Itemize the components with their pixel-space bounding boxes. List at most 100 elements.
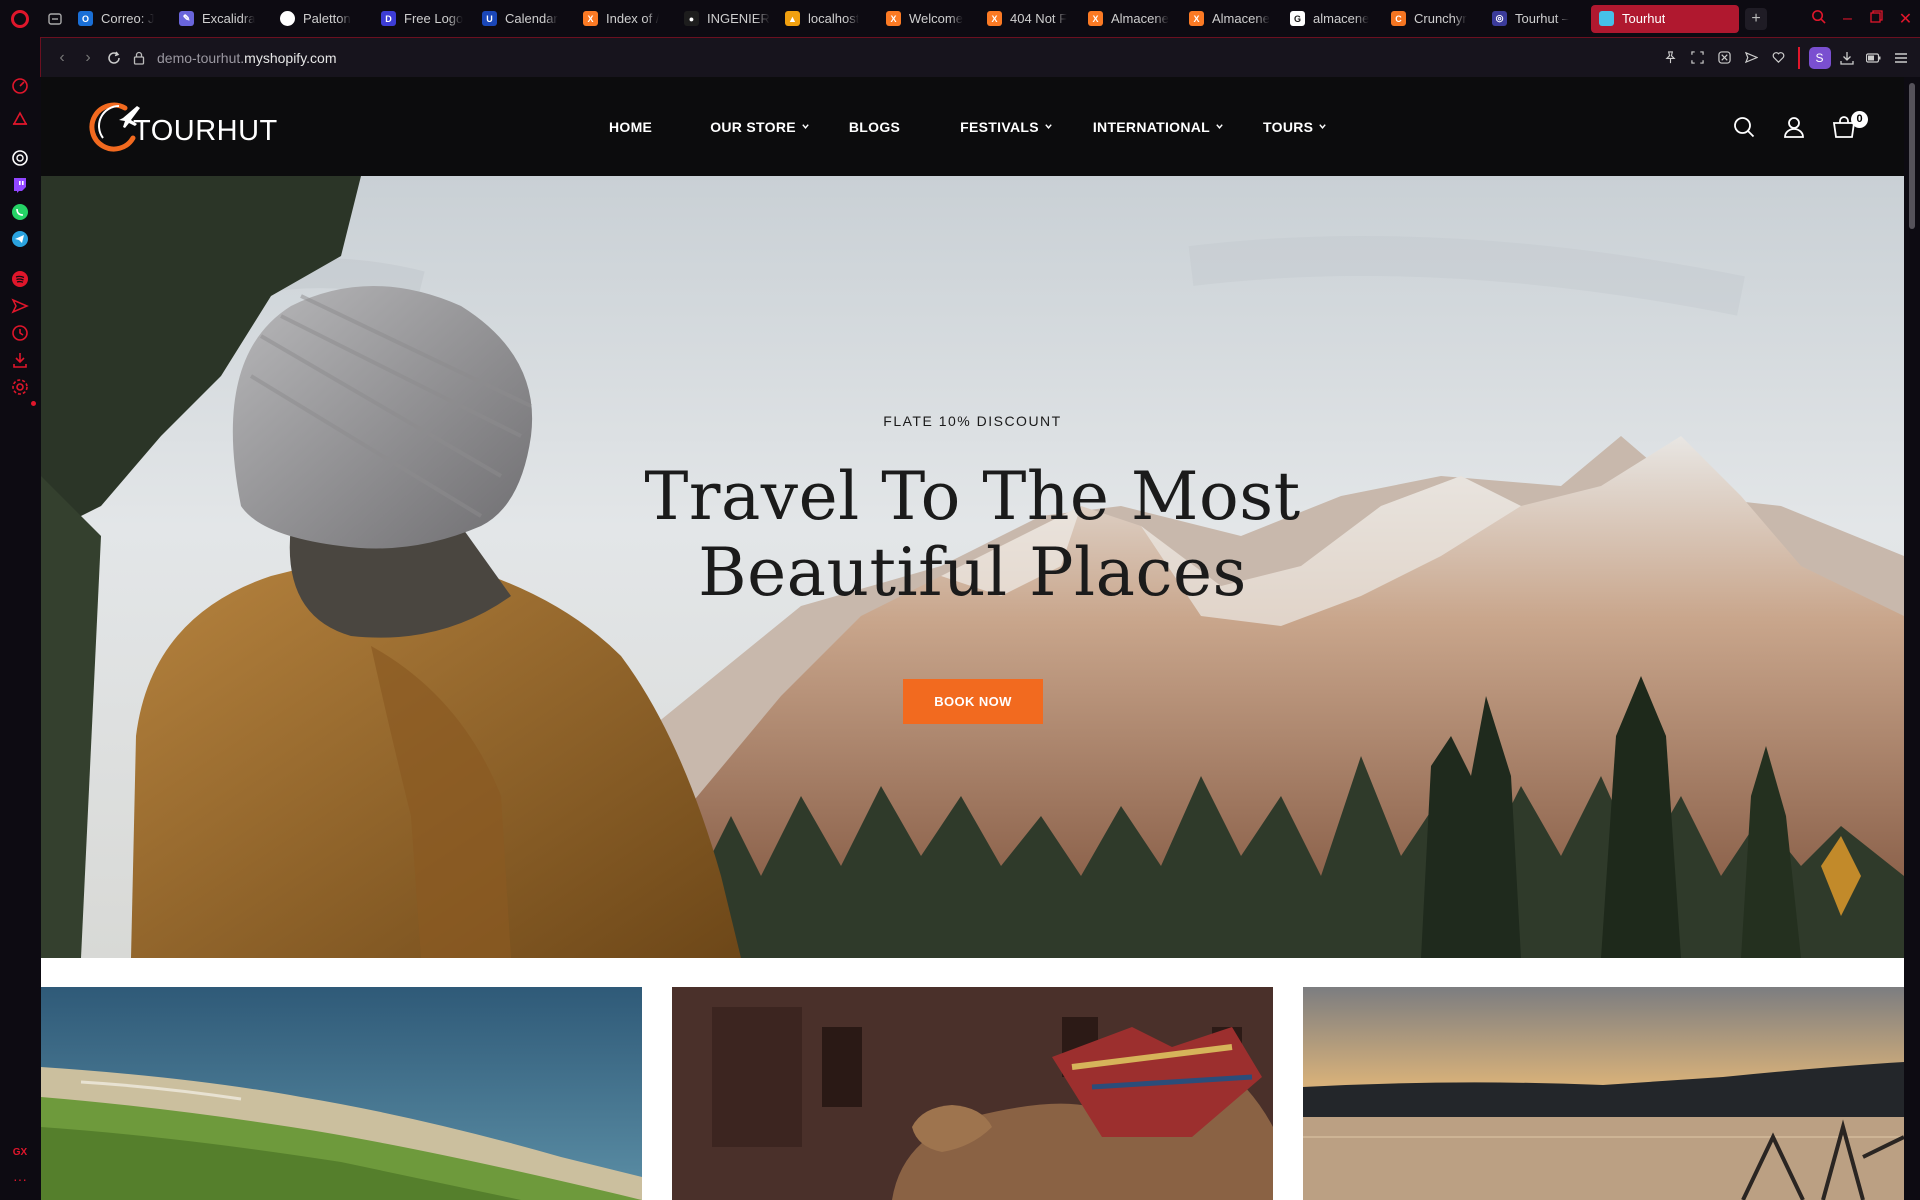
whatsapp-icon bbox=[12, 204, 28, 220]
sidebar-settings[interactable] bbox=[10, 377, 30, 397]
site-logo[interactable]: TOURHUT bbox=[89, 97, 278, 157]
book-now-button[interactable]: BOOK NOW bbox=[903, 679, 1043, 724]
site-search-button[interactable] bbox=[1732, 115, 1756, 139]
nav-festivals[interactable]: FESTIVALS bbox=[960, 119, 1053, 135]
scrollbar-thumb[interactable] bbox=[1909, 83, 1915, 229]
sidebar-whatsapp[interactable] bbox=[10, 202, 30, 222]
bookmark-heart-button[interactable] bbox=[1765, 45, 1792, 71]
new-tab-button[interactable]: + bbox=[1745, 7, 1767, 30]
sidebar-speed-dial[interactable] bbox=[10, 75, 30, 95]
flow-send-button[interactable] bbox=[1738, 45, 1765, 71]
maximize-button[interactable] bbox=[1862, 9, 1891, 28]
tab-item[interactable]: X Welcome bbox=[878, 5, 979, 33]
nav-our-store-label: OUR STORE bbox=[710, 118, 796, 135]
tab-favicon: X bbox=[583, 11, 598, 26]
nav-our-store[interactable]: OUR STORE bbox=[710, 119, 810, 135]
camel-petra-image bbox=[672, 987, 1273, 1200]
sidebar-spotify[interactable] bbox=[10, 269, 30, 289]
tab-item[interactable]: ▲ localhost bbox=[777, 5, 878, 33]
cart-button[interactable]: 0 bbox=[1832, 110, 1868, 139]
sidebar-gx-corner[interactable]: GX bbox=[10, 1142, 30, 1162]
tab-item[interactable]: X 404 Not F bbox=[979, 5, 1080, 33]
tab-label: Crunchyr bbox=[1414, 11, 1467, 26]
search-icon bbox=[1812, 9, 1826, 24]
tab-item[interactable]: U Calendar bbox=[474, 5, 575, 33]
destination-card-petra[interactable] bbox=[672, 987, 1273, 1200]
chevron-down-icon bbox=[1216, 124, 1223, 129]
tab-item[interactable]: X Almacene bbox=[1181, 5, 1282, 33]
tab-item[interactable]: Paletton bbox=[272, 5, 373, 33]
url-subdomain: demo-tourhut. bbox=[157, 49, 245, 66]
browser-sidebar: GX ··· bbox=[0, 37, 40, 1200]
sidebar-telegram[interactable] bbox=[10, 229, 30, 249]
easy-setup-button[interactable] bbox=[1887, 45, 1914, 71]
tab-item[interactable]: X Almacene bbox=[1080, 5, 1181, 33]
tab-item[interactable]: O Correo: J bbox=[70, 5, 171, 33]
account-button[interactable] bbox=[1782, 115, 1806, 139]
opera-menu-button[interactable] bbox=[0, 0, 40, 37]
tab-islands-button[interactable] bbox=[40, 0, 70, 37]
nav-tours[interactable]: TOURS bbox=[1263, 119, 1327, 135]
minimize-icon: – bbox=[1843, 9, 1852, 27]
nav-international[interactable]: INTERNATIONAL bbox=[1093, 119, 1224, 135]
sidebar-chatgpt[interactable] bbox=[10, 148, 30, 168]
tab-item[interactable]: D Free Logo bbox=[373, 5, 474, 33]
spotify-icon bbox=[12, 271, 28, 287]
downloads-button[interactable] bbox=[1833, 45, 1860, 71]
lake-sunset-image bbox=[1303, 987, 1904, 1200]
tab-label: Excalidra bbox=[202, 11, 256, 26]
tab-favicon: ◎ bbox=[1492, 11, 1507, 26]
main-navigation: HOME OUR STORE BLOGS FESTIVALS INTERNATI… bbox=[609, 77, 1327, 176]
hero-title-line2: Beautiful Places bbox=[698, 534, 1247, 611]
nav-blogs[interactable]: BLOGS bbox=[849, 119, 900, 135]
close-icon: ✕ bbox=[1898, 10, 1913, 28]
hero-content: FLATE 10% DISCOUNT Travel To The Most Be… bbox=[41, 176, 1904, 958]
search-tabs-button[interactable] bbox=[1804, 9, 1833, 29]
sidebar-twitch[interactable] bbox=[10, 175, 30, 195]
tab-item[interactable]: ● INGENIER bbox=[676, 5, 777, 33]
url-field[interactable]: demo-tourhut.myshopify.com bbox=[157, 50, 337, 66]
snapshot-button[interactable] bbox=[1684, 45, 1711, 71]
sidebar-flow[interactable] bbox=[10, 296, 30, 316]
toolbar-separator bbox=[1798, 46, 1800, 69]
tab-favicon: U bbox=[482, 11, 497, 26]
user-icon bbox=[1784, 116, 1804, 138]
back-button[interactable]: ‹ bbox=[49, 43, 75, 73]
tab-label: Paletton bbox=[303, 11, 351, 26]
profile-button[interactable]: S bbox=[1806, 45, 1833, 71]
tab-item[interactable]: X Index of / bbox=[575, 5, 676, 33]
page-scrollbar[interactable] bbox=[1904, 77, 1920, 1200]
close-window-button[interactable]: ✕ bbox=[1891, 9, 1920, 29]
tab-label: 404 Not F bbox=[1010, 11, 1068, 26]
sidebar-more[interactable]: ··· bbox=[10, 1169, 30, 1189]
tab-label: Calendar bbox=[505, 11, 558, 26]
sidebar-aria[interactable] bbox=[10, 109, 30, 129]
tab-item[interactable]: Galmacene bbox=[1282, 5, 1383, 33]
tab-favicon bbox=[1599, 11, 1614, 26]
tab-item[interactable]: C Crunchyr bbox=[1383, 5, 1484, 33]
tab-active[interactable]: Tourhut bbox=[1591, 4, 1739, 33]
destination-card-lake[interactable] bbox=[1303, 987, 1904, 1200]
sidebar-history[interactable] bbox=[10, 323, 30, 343]
nav-international-label: INTERNATIONAL bbox=[1092, 118, 1211, 135]
forward-button[interactable]: › bbox=[75, 43, 101, 73]
tab-label: Index of / bbox=[606, 11, 660, 26]
battery-saver-button[interactable] bbox=[1860, 45, 1887, 71]
tab-label: Free Logo bbox=[404, 11, 464, 26]
chevron-down-icon bbox=[1045, 124, 1052, 129]
chevron-down-icon bbox=[802, 124, 809, 129]
tab-item[interactable]: ✎ Excalidra bbox=[171, 5, 272, 33]
reload-button[interactable] bbox=[101, 43, 127, 73]
more-icon: ··· bbox=[13, 1171, 27, 1187]
nav-home[interactable]: HOME bbox=[609, 119, 652, 135]
pin-button[interactable] bbox=[1657, 45, 1684, 71]
adblock-button[interactable] bbox=[1711, 45, 1738, 71]
destination-card-coast[interactable] bbox=[41, 987, 642, 1200]
reload-icon bbox=[108, 51, 120, 64]
brand-name: TOURHUT bbox=[133, 114, 278, 147]
sidebar-downloads[interactable] bbox=[10, 350, 30, 370]
tab-item[interactable]: ◎ Tourhut – bbox=[1484, 5, 1585, 33]
minimize-button[interactable]: – bbox=[1833, 10, 1862, 28]
lock-icon[interactable] bbox=[127, 51, 151, 65]
chevron-down-icon bbox=[1319, 124, 1327, 129]
